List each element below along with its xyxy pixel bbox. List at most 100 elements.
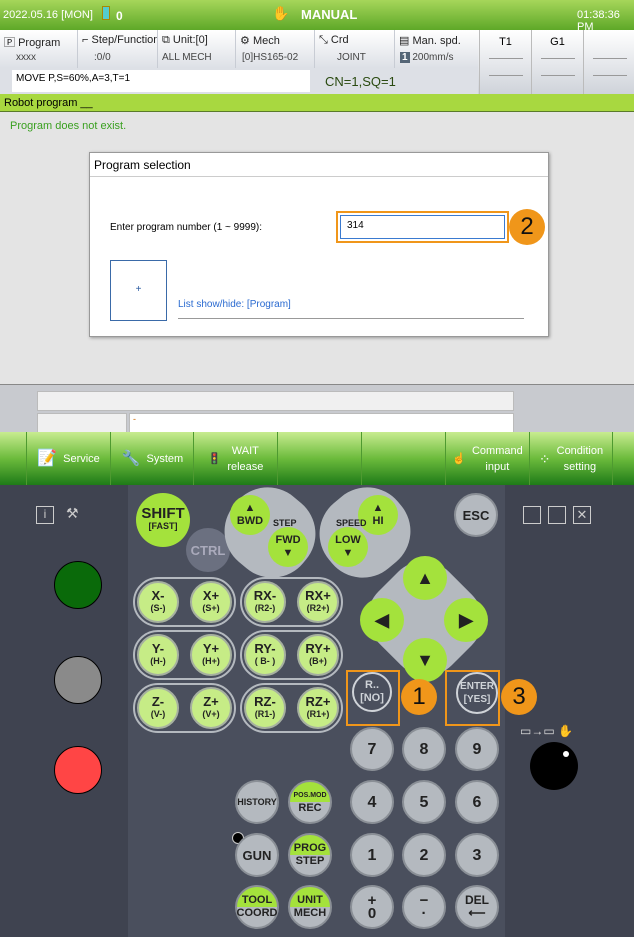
crd-value: JOINT [337,52,366,63]
axis-key-xplus[interactable]: X+ (S+) [190,581,232,623]
prog-step-key[interactable]: PROG STEP [288,833,332,877]
number-key-1[interactable]: 1 [350,833,394,877]
enter-yes-key[interactable]: ENTER [YES] [456,672,498,714]
up-arrow-key[interactable]: ▲ [403,556,447,600]
number-key-8[interactable]: 8 [402,727,446,771]
speed-icon: ▤ [399,35,410,47]
command-input-button[interactable]: ☝ Command input [445,432,529,485]
zero-label: 0 [367,905,377,922]
close-icon[interactable]: ✕ [573,506,591,524]
minimize-icon[interactable] [523,506,541,524]
number-key-9[interactable]: 9 [455,727,499,771]
system-button[interactable]: 🔧 System [110,432,194,485]
program-cell[interactable]: 🄿 Program xxxx [0,30,78,68]
speed-cell[interactable]: ▤ Man. spd. 1 200mm/s [395,30,478,68]
green-lamp[interactable] [54,561,102,609]
unit-cell[interactable]: ⧉ Unit:[0] ALL MECH [158,30,236,68]
red-lamp[interactable] [54,746,102,794]
hi-key[interactable]: ▲ HI [358,495,398,535]
axis-key-yminus[interactable]: Y- (H-) [137,634,179,676]
tool-coord-key[interactable]: TOOL COORD [235,885,279,929]
delete-key[interactable]: DEL ⟵ [455,885,499,929]
wrench-icon[interactable]: ⚒ [66,505,79,522]
crd-cell[interactable]: ⤡ Crd JOINT [315,30,395,68]
tab-g1[interactable]: G1 [531,30,583,94]
r-label: R.. [364,679,380,691]
shift-key[interactable]: SHIFT [FAST] [136,493,190,547]
service-button[interactable]: 📝 Service [26,432,110,485]
minus-dot-key[interactable]: − · [402,885,446,929]
annotation-2: 2 [509,209,545,245]
number-key-5[interactable]: 5 [402,780,446,824]
program-number-input[interactable]: 314 [340,215,505,239]
fwd-key[interactable]: FWD ▼ [268,527,308,567]
axis-label: RY+ [305,641,331,656]
shift-label: SHIFT [141,505,185,522]
prog-label: PROG [293,842,327,854]
axis-sub-label: (S-) [150,603,166,613]
tool-group-panel: T1 G1 [478,30,634,94]
axis-sub-label: (H+) [202,656,220,666]
r-no-key[interactable]: R.. [NO] [352,672,392,712]
axis-key-rzminus[interactable]: RZ- (R1-) [244,687,286,729]
step-cell[interactable]: ⌐ Step/Function:0/0 [78,30,158,68]
axis-key-rxplus[interactable]: RX+ (R2+) [297,581,339,623]
wait-release-button[interactable]: 🚦 WAIT release [193,432,277,485]
prompt-label: Enter program number (1 ~ 9999): [110,222,263,233]
history-key[interactable]: HISTORY [235,780,279,824]
tab-t1[interactable]: T1 [479,30,531,94]
mech-cell[interactable]: ⚙ Mech [0]HS165-02 [236,30,315,68]
mode-switch-icon: ▭→▭ ✋ [520,724,573,738]
axis-key-xminus[interactable]: X- (S-) [137,581,179,623]
axis-label: RX- [253,588,277,603]
down-arrow-key[interactable]: ▼ [403,638,447,682]
system-icon: 🔧 [121,449,141,467]
hand-pointer-icon: ☝ [452,452,466,465]
number-key-4[interactable]: 4 [350,780,394,824]
axis-key-ryplus[interactable]: RY+ (B+) [297,634,339,676]
axis-key-rxminus[interactable]: RX- (R2-) [244,581,286,623]
restore-icon[interactable] [548,506,566,524]
axis-key-ryminus[interactable]: RY-( B- ) [244,634,286,676]
axis-sub-label: (V+) [202,709,220,719]
info-panel: 🄿 Program xxxx ⌐ Step/Function:0/0 ⧉ Unit… [0,30,478,68]
list-toggle-link[interactable]: List show/hide: [Program] [178,299,291,310]
cmdline-input[interactable]: - [129,413,514,433]
status-bar: 2022.05.16 [MON] 0 ✋ MANUAL 01:38:36 PM [0,0,634,33]
plus-zero-key[interactable]: +0 [350,885,394,929]
condition-setting-button[interactable]: ⁘ Condition setting [529,432,613,485]
unit-mech-key[interactable]: UNIT MECH [288,885,332,929]
dialog-title: Program selection [90,153,548,177]
joystick[interactable] [530,742,578,790]
function-key-4[interactable] [277,432,361,485]
function-key-5[interactable] [361,432,445,485]
cn-sq: CN=1,SQ=1 [325,74,396,89]
gun-key[interactable]: GUN [235,833,279,877]
number-key-7[interactable]: 7 [350,727,394,771]
add-button[interactable]: + [110,260,167,321]
axis-label: Z+ [203,694,219,709]
no-label: [NO] [360,692,384,704]
axis-key-rzplus[interactable]: RZ+ (R1+) [297,687,339,729]
program-selection-dialog: Program selection Enter program number (… [89,152,549,337]
number-key-3[interactable]: 3 [455,833,499,877]
right-arrow-key[interactable]: ▶ [444,598,488,642]
esc-key[interactable]: ESC [454,493,498,537]
info-icon[interactable]: i [36,506,54,524]
gray-lamp[interactable] [54,656,102,704]
axis-sub-label: (V-) [150,709,166,719]
number-key-2[interactable]: 2 [402,833,446,877]
posmod-label: POS.MOD [293,792,327,799]
low-key[interactable]: LOW ▼ [328,527,368,567]
axis-key-yplus[interactable]: Y+ (H+) [190,634,232,676]
tab-empty[interactable] [583,30,634,94]
speed-value: 200mm/s [412,52,454,63]
bwd-key[interactable]: ▲ BWD [230,495,270,535]
axis-key-zplus[interactable]: Z+ (V+) [190,687,232,729]
axis-key-zminus[interactable]: Z- (V-) [137,687,179,729]
system-label: System [146,452,184,465]
number-key-6[interactable]: 6 [455,780,499,824]
posmod-rec-key[interactable]: POS.MOD REC [288,780,332,824]
program-icon: 🄿 [4,37,15,49]
left-arrow-key[interactable]: ◀ [360,598,404,642]
